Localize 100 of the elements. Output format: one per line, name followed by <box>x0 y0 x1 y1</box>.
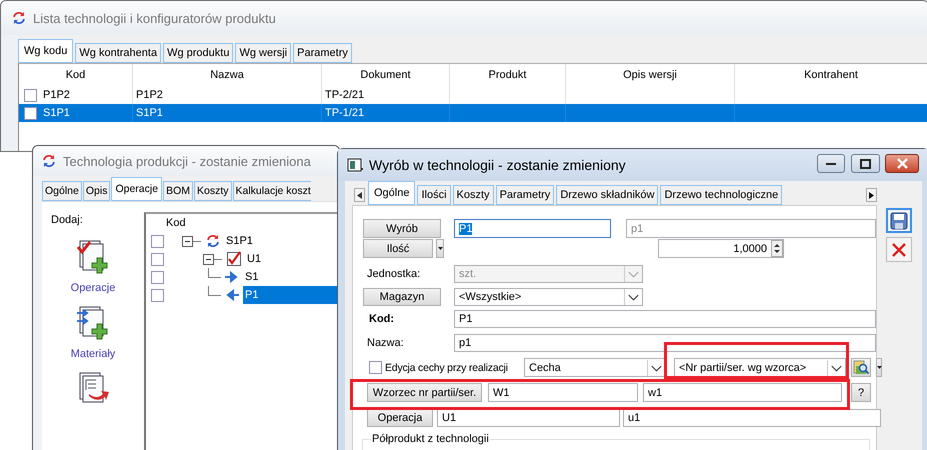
maximize-icon <box>860 158 871 168</box>
table-cell: P1P2 <box>43 89 70 101</box>
form-button[interactable]: Ilość <box>363 239 433 258</box>
dropdown-button[interactable] <box>876 358 882 377</box>
input-field[interactable]: U1 <box>437 409 620 427</box>
tab[interactable]: Wg wersji <box>235 43 292 63</box>
collapse-icon[interactable] <box>182 236 202 246</box>
checkmark-icon <box>226 251 242 267</box>
checkbox[interactable] <box>151 270 164 284</box>
field-label: Kod: <box>369 312 396 327</box>
table-cell: P1P2 <box>136 89 163 101</box>
tab[interactable]: Koszty <box>452 185 494 205</box>
checkbox[interactable] <box>24 106 37 120</box>
tab[interactable]: Parametry <box>293 43 352 63</box>
form-button[interactable]: Wzorzec nr partii/ser. <box>367 383 482 402</box>
checkbox[interactable] <box>151 234 164 248</box>
number-field[interactable]: 1,0000 <box>658 239 784 258</box>
minimize-icon <box>826 162 836 164</box>
table-cell: TP-2/21 <box>325 89 364 101</box>
form-button[interactable]: Magazyn <box>363 288 441 306</box>
form-button[interactable]: Operacja <box>367 409 433 427</box>
close-button[interactable] <box>885 154 919 173</box>
tab[interactable]: Wg kodu <box>18 39 74 63</box>
section-label: Dodaj: <box>51 214 83 226</box>
tree-connector <box>208 268 221 278</box>
action-label[interactable]: Materiały <box>70 348 116 360</box>
input-field[interactable]: W1 <box>488 383 638 402</box>
tab[interactable]: Wg kontrahenta <box>75 43 162 63</box>
group-title: Półprodukt z technologii <box>371 433 490 445</box>
magnifier-icon <box>853 360 869 376</box>
column-header[interactable]: Opis wersji <box>566 64 735 86</box>
dropdown-button[interactable] <box>436 239 444 258</box>
refresh-icon <box>205 233 221 249</box>
tab[interactable]: Koszty <box>194 181 232 201</box>
search-button[interactable] <box>851 358 871 377</box>
column-header[interactable]: Kontrahent <box>735 64 927 86</box>
action-label[interactable]: Operacje <box>70 282 116 294</box>
tree-item[interactable]: P1 <box>243 286 339 304</box>
table-cell: TP-1/21 <box>325 107 364 119</box>
column-header[interactable]: Nazwa <box>133 64 322 86</box>
column-header[interactable]: Dokument <box>322 64 450 86</box>
tree-item[interactable]: S1P1 <box>224 232 255 250</box>
input-field[interactable]: w1 <box>643 383 842 402</box>
tab[interactable]: Operacje <box>111 177 162 201</box>
dropdown-field[interactable]: <Nr partii/ser. wg wzorca> <box>674 358 846 377</box>
right-triangle-icon <box>869 192 874 198</box>
field-label: Nazwa: <box>367 336 405 351</box>
checkbox-label[interactable]: Edycja cechy przy realizacji <box>385 358 521 377</box>
close-icon <box>896 158 908 169</box>
spinner-icon[interactable] <box>771 240 783 257</box>
field-label: Jednostka: <box>367 267 422 282</box>
maximize-button[interactable] <box>851 154 880 173</box>
minimize-button[interactable] <box>817 154 845 173</box>
left-triangle-icon <box>357 192 362 198</box>
checkbox[interactable] <box>151 252 164 266</box>
input-field[interactable]: P1 <box>454 219 611 238</box>
refresh-icon <box>11 10 27 26</box>
tab[interactable]: Ogólne <box>42 181 82 201</box>
cancel-button[interactable] <box>886 237 912 262</box>
table-row[interactable]: S1P1 S1P1 TP-1/21 <box>19 104 927 122</box>
tab[interactable]: Parametry <box>496 185 554 205</box>
input-field[interactable]: p1 <box>454 334 876 352</box>
collapse-icon[interactable] <box>203 254 223 264</box>
tree-item[interactable]: U1 <box>245 250 264 268</box>
tree-item[interactable]: S1 <box>243 268 260 286</box>
input-field[interactable]: u1 <box>623 409 881 427</box>
scroll-right-button[interactable] <box>866 188 877 202</box>
window-title: Lista technologii i konfiguratorów produktu <box>33 10 276 26</box>
caret-icon <box>438 247 442 250</box>
dropdown-field[interactable]: Cecha <box>524 358 666 377</box>
tab[interactable]: Ilości <box>417 185 451 205</box>
cross-icon <box>891 242 907 258</box>
window-title: Wyrób w technologii - zostanie zmieniony <box>369 157 626 173</box>
caret-icon <box>876 366 882 369</box>
window-title: Technologia produkcji - zostanie zmieniona <box>63 154 311 168</box>
help-button[interactable]: ? <box>851 383 871 402</box>
checkbox[interactable] <box>24 88 37 102</box>
tab[interactable]: Drzewo technologiczne <box>660 185 782 205</box>
tab[interactable]: Ogólne <box>368 181 416 205</box>
table-cell: S1P1 <box>43 107 70 119</box>
tree-connector <box>208 286 221 296</box>
form-button[interactable]: Wyrób <box>363 219 441 238</box>
left-arrow-icon <box>224 287 240 303</box>
column-header[interactable]: Kod <box>19 64 133 86</box>
tab[interactable]: BOM <box>163 181 193 201</box>
save-button[interactable] <box>886 208 912 233</box>
scroll-left-button[interactable] <box>354 188 365 202</box>
column-header[interactable]: Produkt <box>450 64 566 86</box>
tab[interactable]: Drzewo składników <box>556 185 658 205</box>
tab[interactable]: Kalkulacje koszt <box>232 181 311 201</box>
table-cell: S1P1 <box>136 107 163 119</box>
dropdown-field[interactable]: <Wszystkie> <box>454 288 643 306</box>
refresh-icon <box>41 153 57 169</box>
tab[interactable]: Wg produktu <box>163 43 234 63</box>
tab[interactable]: Opis <box>82 181 110 201</box>
column-header[interactable]: Kod <box>146 217 339 232</box>
checkbox[interactable] <box>369 361 382 374</box>
checkbox[interactable] <box>151 288 164 302</box>
input-field[interactable]: P1 <box>454 310 876 328</box>
right-arrow-icon <box>224 269 240 285</box>
